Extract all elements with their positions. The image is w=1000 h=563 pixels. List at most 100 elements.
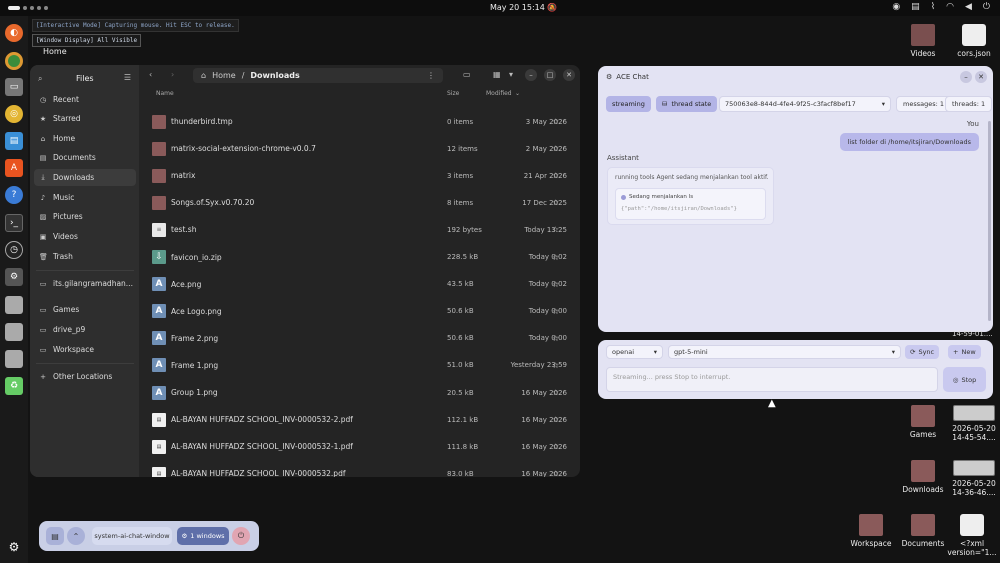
sidebar-item-trash[interactable]: 🗑 Trash xyxy=(34,248,136,265)
window-icon[interactable]: ▤ xyxy=(911,2,920,12)
desktop-home-label[interactable]: Home xyxy=(43,47,67,56)
workspace-indicator[interactable] xyxy=(8,6,48,10)
star-icon[interactable]: ☆ xyxy=(552,280,559,289)
sidebar-item-home[interactable]: ⌂ Home xyxy=(34,130,136,147)
view-grid-icon[interactable]: ▦ xyxy=(493,70,501,79)
desktop-documents[interactable]: Documents xyxy=(895,514,951,548)
star-icon[interactable]: ☆ xyxy=(552,198,559,207)
drive-icon[interactable] xyxy=(5,323,23,341)
star-icon[interactable]: ☆ xyxy=(552,225,559,234)
table-row[interactable]: ▤ AL-BAYAN HUFFADZ SCHOOL_INV-0000532.pdf… xyxy=(152,460,567,477)
provider-select[interactable]: openai ▾ xyxy=(606,345,663,359)
app-center-icon[interactable]: A xyxy=(5,159,23,177)
sidebar-item-games[interactable]: ▭ Games xyxy=(34,301,136,318)
power-icon[interactable]: ⏻ xyxy=(232,527,250,545)
star-icon[interactable]: ☆ xyxy=(552,171,559,180)
star-icon[interactable]: ☆ xyxy=(552,144,559,153)
search-icon[interactable]: ⌕ xyxy=(38,74,42,84)
sync-button[interactable]: ⟳ Sync xyxy=(905,345,940,359)
path-bar[interactable]: ⌂ Home / Downloads ⋮ xyxy=(193,68,443,83)
thread-select[interactable]: 750063e8-844d-4fe4-9f25-c3facf8bef17 ▾ xyxy=(719,96,891,112)
sidebar-item-drive-p9[interactable]: ▭ drive_p9 xyxy=(34,321,136,338)
desktop-cors-json[interactable]: cors.json xyxy=(946,24,1000,58)
sidebar-item-videos[interactable]: ▣ Videos xyxy=(34,228,136,245)
wifi-icon[interactable]: ◠ xyxy=(946,2,954,12)
drive-icon[interactable] xyxy=(5,350,23,368)
star-icon[interactable]: ☆ xyxy=(552,442,559,451)
desktop-downloads[interactable]: Downloads xyxy=(895,460,951,494)
sidebar-item-its-gilangramadhan[interactable]: ▭ its.gilangramadhan... xyxy=(34,275,136,292)
desktop-screenshot-1[interactable]: 2026-05-20 14-45-54.... xyxy=(946,405,1000,442)
files-icon[interactable]: ▭ xyxy=(5,78,23,96)
star-icon[interactable]: ☆ xyxy=(552,307,559,316)
menu-icon[interactable]: ☰ xyxy=(124,73,131,82)
minimize-icon[interactable]: – xyxy=(525,69,537,81)
desktop-xml-file[interactable]: <?xml version="1... xyxy=(944,514,1000,557)
system-tray[interactable]: ◉ ▤ ⌇ ◠ ◀ ⏻ xyxy=(892,2,990,12)
chrome-icon[interactable] xyxy=(5,52,23,70)
table-row[interactable]: A Group 1.png 20.5 kB 16 May 2026 ☆ xyxy=(152,379,567,406)
rhythmbox-icon[interactable]: ◎ xyxy=(5,105,23,123)
writer-icon[interactable]: ▤ xyxy=(5,132,23,150)
sidebar-item-starred[interactable]: ★ Starred xyxy=(34,110,136,127)
clock-app-icon[interactable]: ◷ xyxy=(5,241,23,259)
desktop-workspace[interactable]: Workspace xyxy=(843,514,899,548)
table-row[interactable]: A Frame 2.png 50.6 kB Today 0:00 ☆ xyxy=(152,325,567,352)
table-row[interactable]: matrix 3 items 21 Apr 2026 ☆ xyxy=(152,162,567,189)
maximize-icon[interactable]: □ xyxy=(544,69,556,81)
minimize-icon[interactable]: – xyxy=(960,71,972,83)
clock[interactable]: May 20 15:14 xyxy=(490,3,545,12)
forward-icon[interactable]: › xyxy=(171,70,174,79)
firefox-icon[interactable]: ◐ xyxy=(5,24,23,42)
trash-icon[interactable]: ♻ xyxy=(5,377,23,395)
drive-icon[interactable] xyxy=(5,296,23,314)
table-row[interactable]: ▤ AL-BAYAN HUFFADZ SCHOOL_INV-0000532-2.p… xyxy=(152,406,567,433)
sidebar-item-recent[interactable]: ◷ Recent xyxy=(34,91,136,108)
desktop-screenshot-2[interactable]: 2026-05-20 14-36-46.... xyxy=(946,460,1000,497)
sidebar-item-music[interactable]: ♪ Music xyxy=(34,189,136,206)
power-icon[interactable]: ⏻ xyxy=(983,2,990,12)
model-select[interactable]: gpt-5-mini ▾ xyxy=(668,345,901,359)
screenshot-icon[interactable]: ◉ xyxy=(892,2,900,12)
star-icon[interactable]: ☆ xyxy=(552,334,559,343)
star-icon[interactable]: ☆ xyxy=(552,253,559,262)
thread-state-button[interactable]: ⛁ thread state xyxy=(656,96,718,112)
new-folder-icon[interactable]: ▭ xyxy=(463,70,471,79)
column-size[interactable]: Size xyxy=(447,90,459,97)
window-name[interactable]: system-ai-chat-window xyxy=(92,527,172,545)
column-name[interactable]: Name xyxy=(156,90,174,97)
star-icon[interactable]: ☆ xyxy=(552,415,559,424)
more-icon[interactable]: ⋮ xyxy=(427,71,435,80)
path-current[interactable]: Downloads xyxy=(250,71,299,80)
path-root[interactable]: Home xyxy=(212,71,236,80)
message-input[interactable]: Streaming... press Stop to interrupt. xyxy=(606,367,938,392)
sidebar-item-downloads[interactable]: ⤓ Downloads xyxy=(34,169,136,186)
settings-icon[interactable]: ⚙ xyxy=(5,268,23,286)
sidebar-item-documents[interactable]: ▤ Documents xyxy=(34,149,136,166)
help-icon[interactable]: ? xyxy=(5,186,23,204)
star-icon[interactable]: ☆ xyxy=(552,469,559,477)
desktop-screenshot-label[interactable]: 14-59-01.... xyxy=(952,330,993,338)
table-row[interactable]: matrix-social-extension-chrome-v0.0.7 12 … xyxy=(152,135,567,162)
back-icon[interactable]: ‹ xyxy=(149,70,152,79)
sidebar-item-workspace[interactable]: ▭ Workspace xyxy=(34,341,136,358)
chevron-down-icon[interactable]: ▾ xyxy=(509,70,513,79)
star-icon[interactable]: ☆ xyxy=(552,388,559,397)
close-icon[interactable]: ✕ xyxy=(975,71,987,83)
table-row[interactable]: Songs.of.Syx.v0.70.20 8 items 17 Dec 2025 ☆ xyxy=(152,189,567,216)
volume-icon[interactable]: ◀ xyxy=(965,2,972,12)
chevron-up-icon[interactable]: ⌃ xyxy=(67,527,85,545)
table-row[interactable]: A Ace Logo.png 50.6 kB Today 0:00 ☆ xyxy=(152,298,567,325)
column-modified[interactable]: Modified xyxy=(486,90,512,97)
table-row[interactable]: thunderbird.tmp 0 items 3 May 2026 ☆ xyxy=(152,108,567,135)
star-icon[interactable]: ☆ xyxy=(552,361,559,370)
desktop-videos[interactable]: Videos xyxy=(895,24,951,58)
sidebar-item-pictures[interactable]: ▨ Pictures xyxy=(34,208,136,225)
star-icon[interactable]: ☆ xyxy=(552,117,559,126)
table-row[interactable]: A Ace.png 43.5 kB Today 0:02 ☆ xyxy=(152,271,567,298)
chat-icon[interactable]: ▤ xyxy=(46,527,64,545)
table-row[interactable]: ▤ AL-BAYAN HUFFADZ SCHOOL_INV-0000532-1.p… xyxy=(152,433,567,460)
apps-grid-icon[interactable]: ⚙ xyxy=(5,538,23,556)
terminal-icon[interactable]: ›_ xyxy=(5,214,23,232)
close-icon[interactable]: ✕ xyxy=(563,69,575,81)
